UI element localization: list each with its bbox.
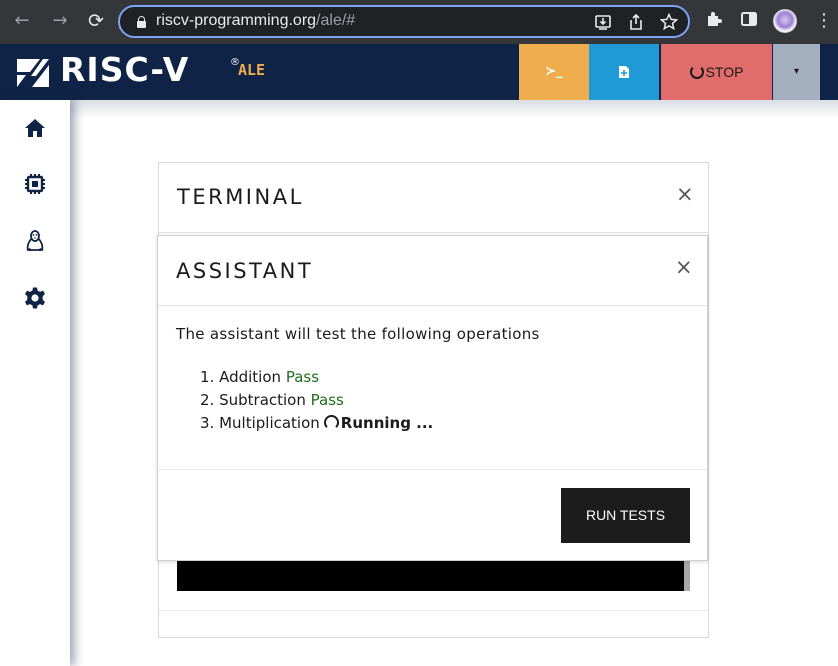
home-icon[interactable] <box>23 116 47 140</box>
operations-list: 1. Addition Pass 2. Subtraction Pass 3. … <box>200 366 433 435</box>
assistant-close-icon[interactable]: × <box>675 257 693 278</box>
browser-toolbar: ← → ⟳ riscv-programming.org/ale/# ⋮ <box>0 0 838 44</box>
risc-v-logo-icon <box>17 59 49 87</box>
header-shadow <box>0 100 838 118</box>
file-upload-button[interactable] <box>589 44 659 100</box>
assistant-footer-divider <box>158 469 707 470</box>
forward-button[interactable]: → <box>48 9 72 33</box>
reload-button[interactable]: ⟳ <box>84 9 108 33</box>
terminal-prompt-icon: ≻_ <box>545 64 563 79</box>
assistant-header-divider <box>158 305 707 306</box>
run-tests-button[interactable]: RUN TESTS <box>561 488 690 543</box>
url-path: /ale/# <box>316 12 356 29</box>
lock-icon[interactable] <box>137 16 146 28</box>
address-bar[interactable]: riscv-programming.org/ale/# <box>118 5 690 38</box>
install-app-icon[interactable] <box>594 13 612 31</box>
spinner-icon <box>689 65 704 79</box>
op-number: 2. <box>200 391 215 409</box>
stop-button[interactable]: STOP <box>661 44 772 100</box>
terminal-close-icon[interactable]: × <box>676 184 694 205</box>
assistant-modal: ASSISTANT × The assistant will test the … <box>157 235 708 561</box>
sidebar <box>0 100 70 666</box>
logo-text: RISC-V <box>60 50 190 89</box>
list-item: 3. Multiplication Running ... <box>200 412 433 435</box>
op-number: 3. <box>200 414 215 432</box>
logo-ale-suffix: ALE <box>238 61 266 79</box>
op-name: Multiplication <box>219 414 320 432</box>
extensions-puzzle-icon[interactable] <box>705 10 723 28</box>
op-status-pass: Pass <box>285 368 320 386</box>
share-icon[interactable] <box>628 13 644 31</box>
list-item: 1. Addition Pass <box>200 366 433 389</box>
loading-spinner-icon <box>323 415 339 430</box>
op-status-pass: Pass <box>310 391 344 409</box>
assistant-intro: The assistant will test the following op… <box>176 325 540 343</box>
url-host: riscv-programming.org <box>156 12 317 29</box>
linux-penguin-icon[interactable] <box>23 229 47 253</box>
terminal-header-divider <box>159 232 708 233</box>
terminal-scrollbar[interactable] <box>684 561 690 591</box>
gear-icon[interactable] <box>23 286 47 310</box>
header-dropdown-button[interactable]: ▾ <box>773 44 820 100</box>
op-name: Subtraction <box>219 391 306 409</box>
app-header: RISC-V ® ALE ≻_ STOP ▾ <box>0 44 838 100</box>
op-status-running: Running ... <box>340 414 434 432</box>
chip-icon[interactable] <box>23 172 47 196</box>
list-item: 2. Subtraction Pass <box>200 389 433 412</box>
bookmark-star-icon[interactable] <box>660 13 678 31</box>
assistant-title: ASSISTANT <box>176 259 314 283</box>
terminal-output[interactable] <box>177 561 684 591</box>
url-text: riscv-programming.org/ale/# <box>156 12 355 30</box>
file-plus-icon <box>619 65 629 78</box>
profile-avatar[interactable] <box>773 9 797 33</box>
back-button[interactable]: ← <box>10 9 34 33</box>
side-panel-icon[interactable] <box>740 10 758 28</box>
browser-menu-icon[interactable]: ⋮ <box>815 8 833 34</box>
stop-label: STOP <box>705 64 744 80</box>
open-terminal-button[interactable]: ≻_ <box>519 44 589 100</box>
op-name: Addition <box>219 368 282 386</box>
op-number: 1. <box>200 368 215 386</box>
terminal-footer-divider <box>159 610 708 611</box>
caret-down-icon: ▾ <box>793 66 800 77</box>
terminal-title: TERMINAL <box>177 185 304 209</box>
